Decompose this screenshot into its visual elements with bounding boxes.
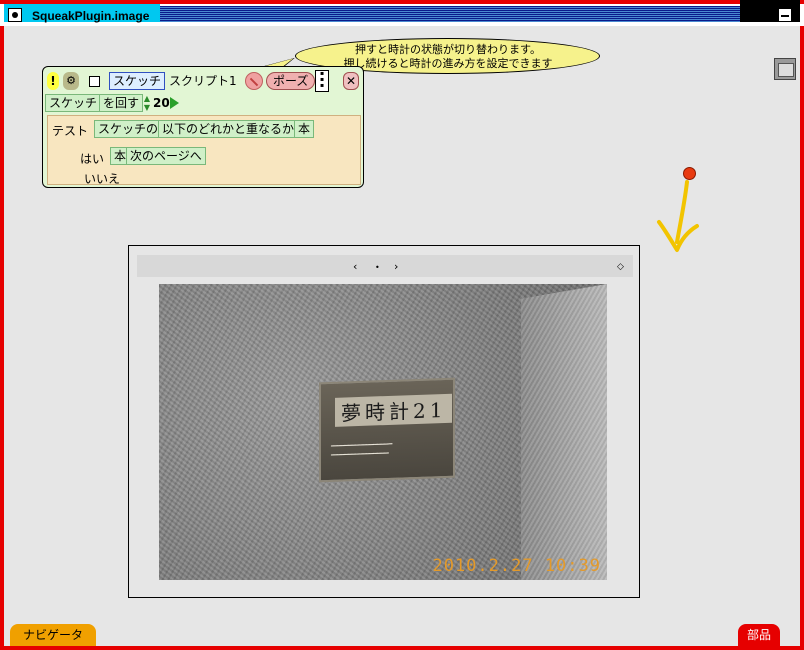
test-block[interactable]: テスト スケッチの 以下のどれかと重なるか 本 はい 本 次のページへ いいえ: [47, 115, 361, 186]
parts-flap[interactable]: 部品: [738, 624, 780, 646]
no-label: いいえ: [84, 172, 121, 186]
window-collapse-icon[interactable]: [778, 8, 792, 22]
script-menu-icon[interactable]: ⚙: [63, 72, 79, 90]
granite-wall-side: [521, 284, 607, 580]
test-subject-tile[interactable]: スケッチの: [94, 120, 163, 138]
sketch-red-dot[interactable]: [683, 167, 696, 180]
test-label: テスト: [52, 124, 89, 138]
photo-image: 夢時計21 ━━━━━━━━━━━━━━━━━ ━━━━━━━━━━━━━━━━ …: [159, 284, 607, 580]
script-header-row: ! ⚙ スケッチ スクリプト1 ポーズ ▪ ▪ ▪ ✕: [45, 70, 361, 92]
stop-sign-icon[interactable]: [245, 72, 263, 90]
tile-menu-icon[interactable]: ▪ ▪ ▪: [315, 70, 329, 92]
test-book-tile[interactable]: 本: [294, 120, 315, 138]
rotate-verb-tile[interactable]: を回す: [99, 94, 144, 112]
yes-action-tile[interactable]: 次のページへ: [126, 147, 206, 165]
script-close-button[interactable]: ✕: [343, 72, 359, 90]
next-page-button[interactable]: ›: [394, 260, 398, 273]
rotate-row: スケッチ を回す ▲ ▼ 20: [45, 94, 361, 114]
page-dot-icon[interactable]: •: [375, 263, 380, 272]
window-close-icon[interactable]: [8, 8, 22, 22]
prev-page-button[interactable]: ‹: [353, 260, 357, 273]
play-arrow-icon[interactable]: [170, 97, 179, 109]
pause-button[interactable]: ポーズ: [266, 72, 316, 90]
title-bar-stripes: [160, 6, 750, 22]
test-condition-tile[interactable]: 以下のどれかと重なるか: [158, 120, 299, 138]
yes-label: はい: [80, 152, 105, 166]
script-checkbox[interactable]: [89, 76, 100, 87]
script-editor[interactable]: ! ⚙ スケッチ スクリプト1 ポーズ ▪ ▪ ▪ ✕ スケッチ を回す ▲ ▼ 20…: [42, 66, 364, 188]
plaque-small-text: ━━━━━━━━━━━━━━━━━ ━━━━━━━━━━━━━━━━: [331, 440, 393, 459]
script-name[interactable]: スクリプト1: [165, 72, 241, 90]
image-thumbnail-icon[interactable]: [774, 58, 796, 80]
window-title: SqueakPlugin.image: [32, 9, 150, 23]
run-once-button[interactable]: !: [47, 72, 59, 90]
metal-plaque: 夢時計21 ━━━━━━━━━━━━━━━━━ ━━━━━━━━━━━━━━━━: [319, 377, 455, 483]
photo-nav-bar: [137, 255, 633, 277]
photo-viewer[interactable]: ‹ • › ◇ 夢時計21 ━━━━━━━━━━━━━━━━━ ━━━━━━━━━…: [128, 245, 640, 598]
rotate-object-tile[interactable]: スケッチ: [45, 94, 102, 112]
plaque-title: 夢時計21: [335, 393, 453, 427]
sketch-arrow-icon[interactable]: [655, 180, 705, 260]
photo-timestamp: 2010.2.27 10:39: [432, 556, 601, 576]
viewer-menu-icon[interactable]: ◇: [617, 262, 624, 272]
navigator-flap[interactable]: ナビゲータ: [10, 624, 96, 646]
object-tile-sketch[interactable]: スケッチ: [109, 72, 166, 90]
